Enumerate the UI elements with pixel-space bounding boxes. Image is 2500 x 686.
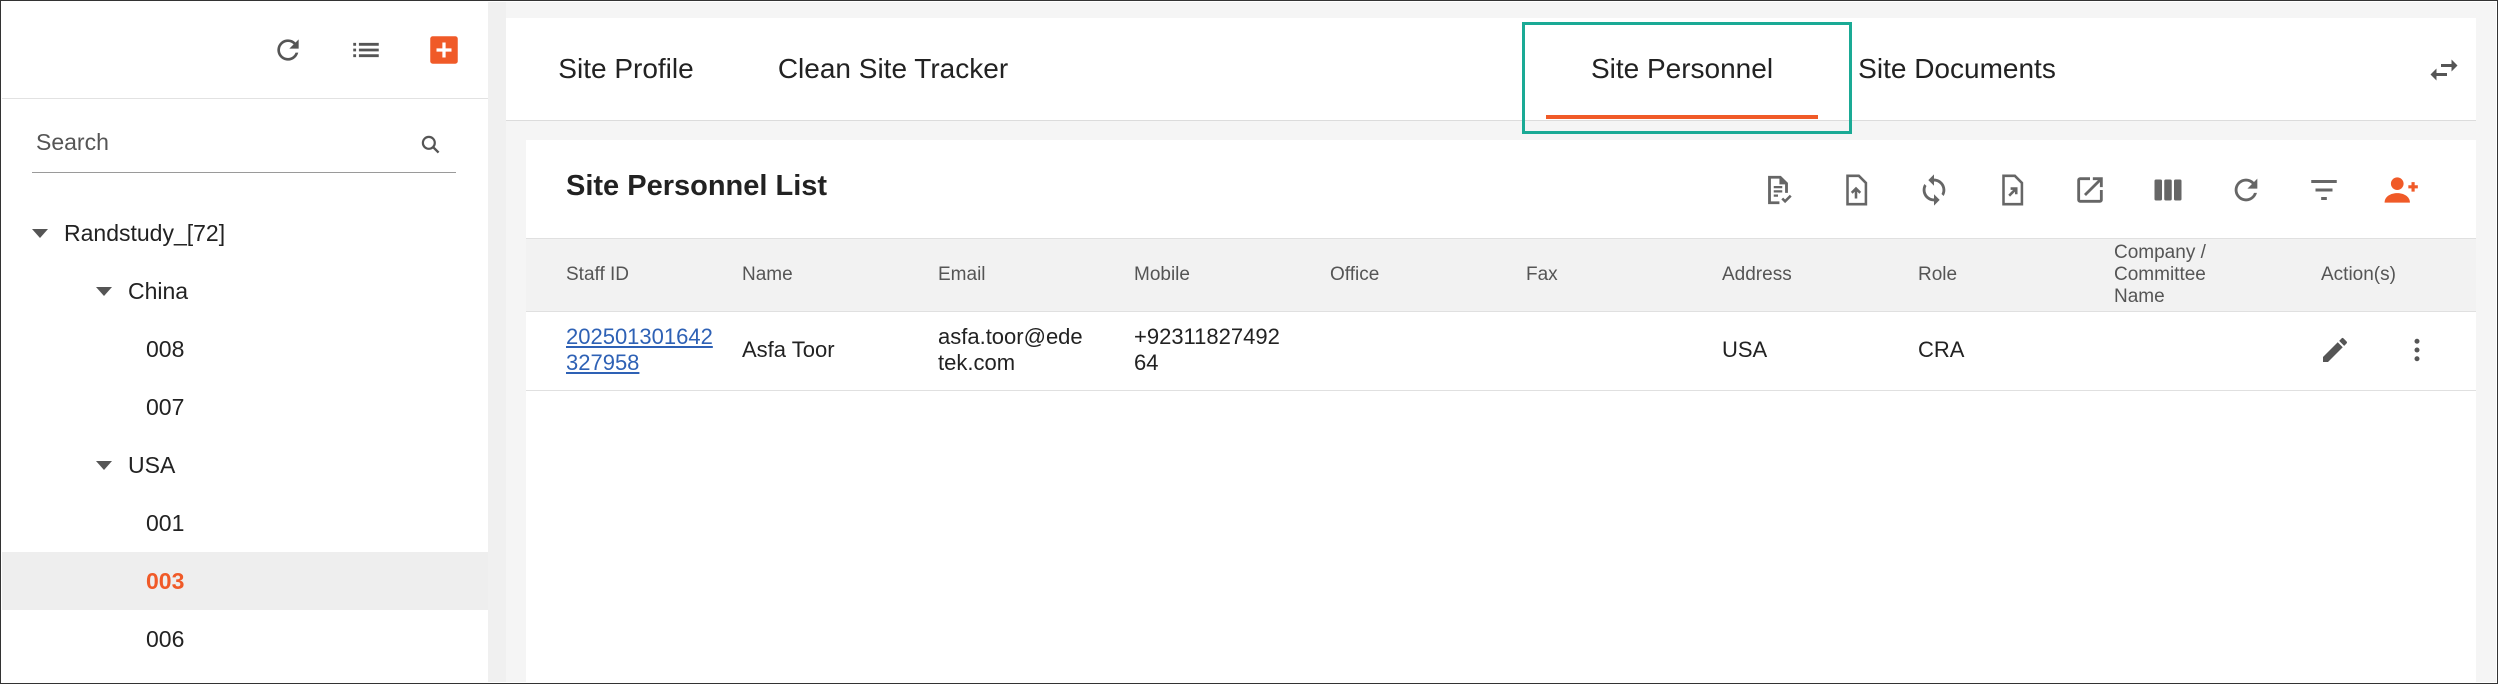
- document-check-icon[interactable]: [1756, 168, 1800, 212]
- staff-id-cell: 202501301642327958: [566, 310, 716, 390]
- search-field: [32, 114, 456, 173]
- search-icon[interactable]: [418, 132, 444, 158]
- tab-clean-site-tracker[interactable]: Clean Site Tracker: [768, 18, 1018, 120]
- more-options-icon[interactable]: [2402, 310, 2432, 390]
- tree-item-country[interactable]: China: [2, 262, 488, 320]
- tree-item-study[interactable]: Randstudy_[72]: [2, 204, 518, 262]
- tree-item-label: 003: [146, 567, 185, 594]
- name-cell: Asfa Toor: [742, 337, 835, 362]
- tab-label: Clean Site Tracker: [777, 53, 1009, 84]
- card-title: Site Personnel List: [566, 170, 828, 202]
- column-header[interactable]: Email: [938, 239, 986, 311]
- tree-item-label: USA: [128, 451, 176, 478]
- address-cell: USA: [1722, 337, 1768, 362]
- tree-item-label: 006: [146, 625, 185, 652]
- tab-bar: Site Profile Clean Site Tracker Site Per…: [506, 18, 2476, 121]
- caret-down-icon[interactable]: [96, 460, 112, 470]
- tab-site-profile[interactable]: Site Profile: [546, 18, 706, 120]
- mobile-cell: +9231182749264: [1134, 310, 1284, 390]
- tree-item-site[interactable]: 008: [2, 320, 488, 378]
- column-header[interactable]: Address: [1722, 239, 1792, 311]
- refresh-icon[interactable]: [2224, 168, 2268, 212]
- tree-item-label: China: [128, 277, 189, 304]
- tree-item-label: Randstudy_[72]: [64, 219, 226, 246]
- tree-item-site[interactable]: 007: [2, 378, 488, 436]
- tree-item-label: 001: [146, 509, 185, 536]
- highlight-box: [1522, 22, 1852, 134]
- main-panel: Site Profile Clean Site Tracker Site Per…: [506, 2, 2496, 682]
- column-header[interactable]: Staff ID: [566, 239, 629, 311]
- column-header[interactable]: Fax: [1526, 239, 1558, 311]
- sync-icon[interactable]: [1912, 168, 1956, 212]
- filter-icon[interactable]: [2302, 168, 2346, 212]
- caret-down-icon[interactable]: [32, 228, 48, 238]
- refresh-icon[interactable]: [266, 28, 310, 72]
- search-input[interactable]: [34, 124, 398, 160]
- export-file-icon[interactable]: [1990, 168, 2034, 212]
- tab-label: Site Profile: [558, 53, 694, 84]
- add-icon[interactable]: [422, 28, 466, 72]
- email-cell: asfa.toor@edetek.com: [938, 310, 1088, 390]
- column-header[interactable]: Office: [1330, 239, 1379, 311]
- column-header[interactable]: Role: [1918, 239, 1957, 311]
- tab-label: Site Documents: [1858, 53, 2056, 84]
- sidebar-toolbar: [2, 2, 488, 99]
- edit-icon[interactable]: [2319, 310, 2359, 390]
- sidebar: Randstudy_[72] China 008 007 USA 001 003…: [2, 2, 488, 682]
- tree-item-site[interactable]: 006: [2, 610, 488, 668]
- column-header[interactable]: Mobile: [1134, 239, 1190, 311]
- column-header[interactable]: Company / Committee Name: [2114, 239, 2234, 311]
- site-personnel-card: Site Personnel List Staff ID Name Email …: [526, 140, 2476, 682]
- role-cell: CRA: [1918, 337, 1965, 362]
- staff-id-link[interactable]: 202501301642327958: [566, 324, 716, 376]
- table-row: 202501301642327958 Asfa Toor asfa.toor@e…: [526, 310, 2476, 391]
- tab-site-documents[interactable]: Site Documents: [1844, 18, 2070, 120]
- list-icon[interactable]: [344, 28, 388, 72]
- tree-item-label: 007: [146, 393, 185, 420]
- table-header: Staff ID Name Email Mobile Office Fax Ad…: [526, 238, 2476, 312]
- columns-icon[interactable]: [2146, 168, 2190, 212]
- column-header[interactable]: Name: [742, 239, 793, 311]
- upload-file-icon[interactable]: [1834, 168, 1878, 212]
- mobile-value: +9231182749264: [1134, 324, 1280, 375]
- panel-divider: [488, 2, 506, 682]
- open-external-icon[interactable]: [2068, 168, 2112, 212]
- caret-down-icon[interactable]: [96, 286, 112, 296]
- tree-item-country[interactable]: USA: [2, 436, 488, 494]
- column-header: Action(s): [2321, 264, 2396, 285]
- tree-item-site-selected[interactable]: 003: [2, 552, 488, 610]
- email-value: asfa.toor@edetek.com: [938, 324, 1083, 375]
- swap-icon[interactable]: [2426, 52, 2462, 88]
- tree-item-site[interactable]: 001: [2, 494, 488, 552]
- tree-item-label: 008: [146, 335, 185, 362]
- add-person-icon[interactable]: [2380, 168, 2424, 212]
